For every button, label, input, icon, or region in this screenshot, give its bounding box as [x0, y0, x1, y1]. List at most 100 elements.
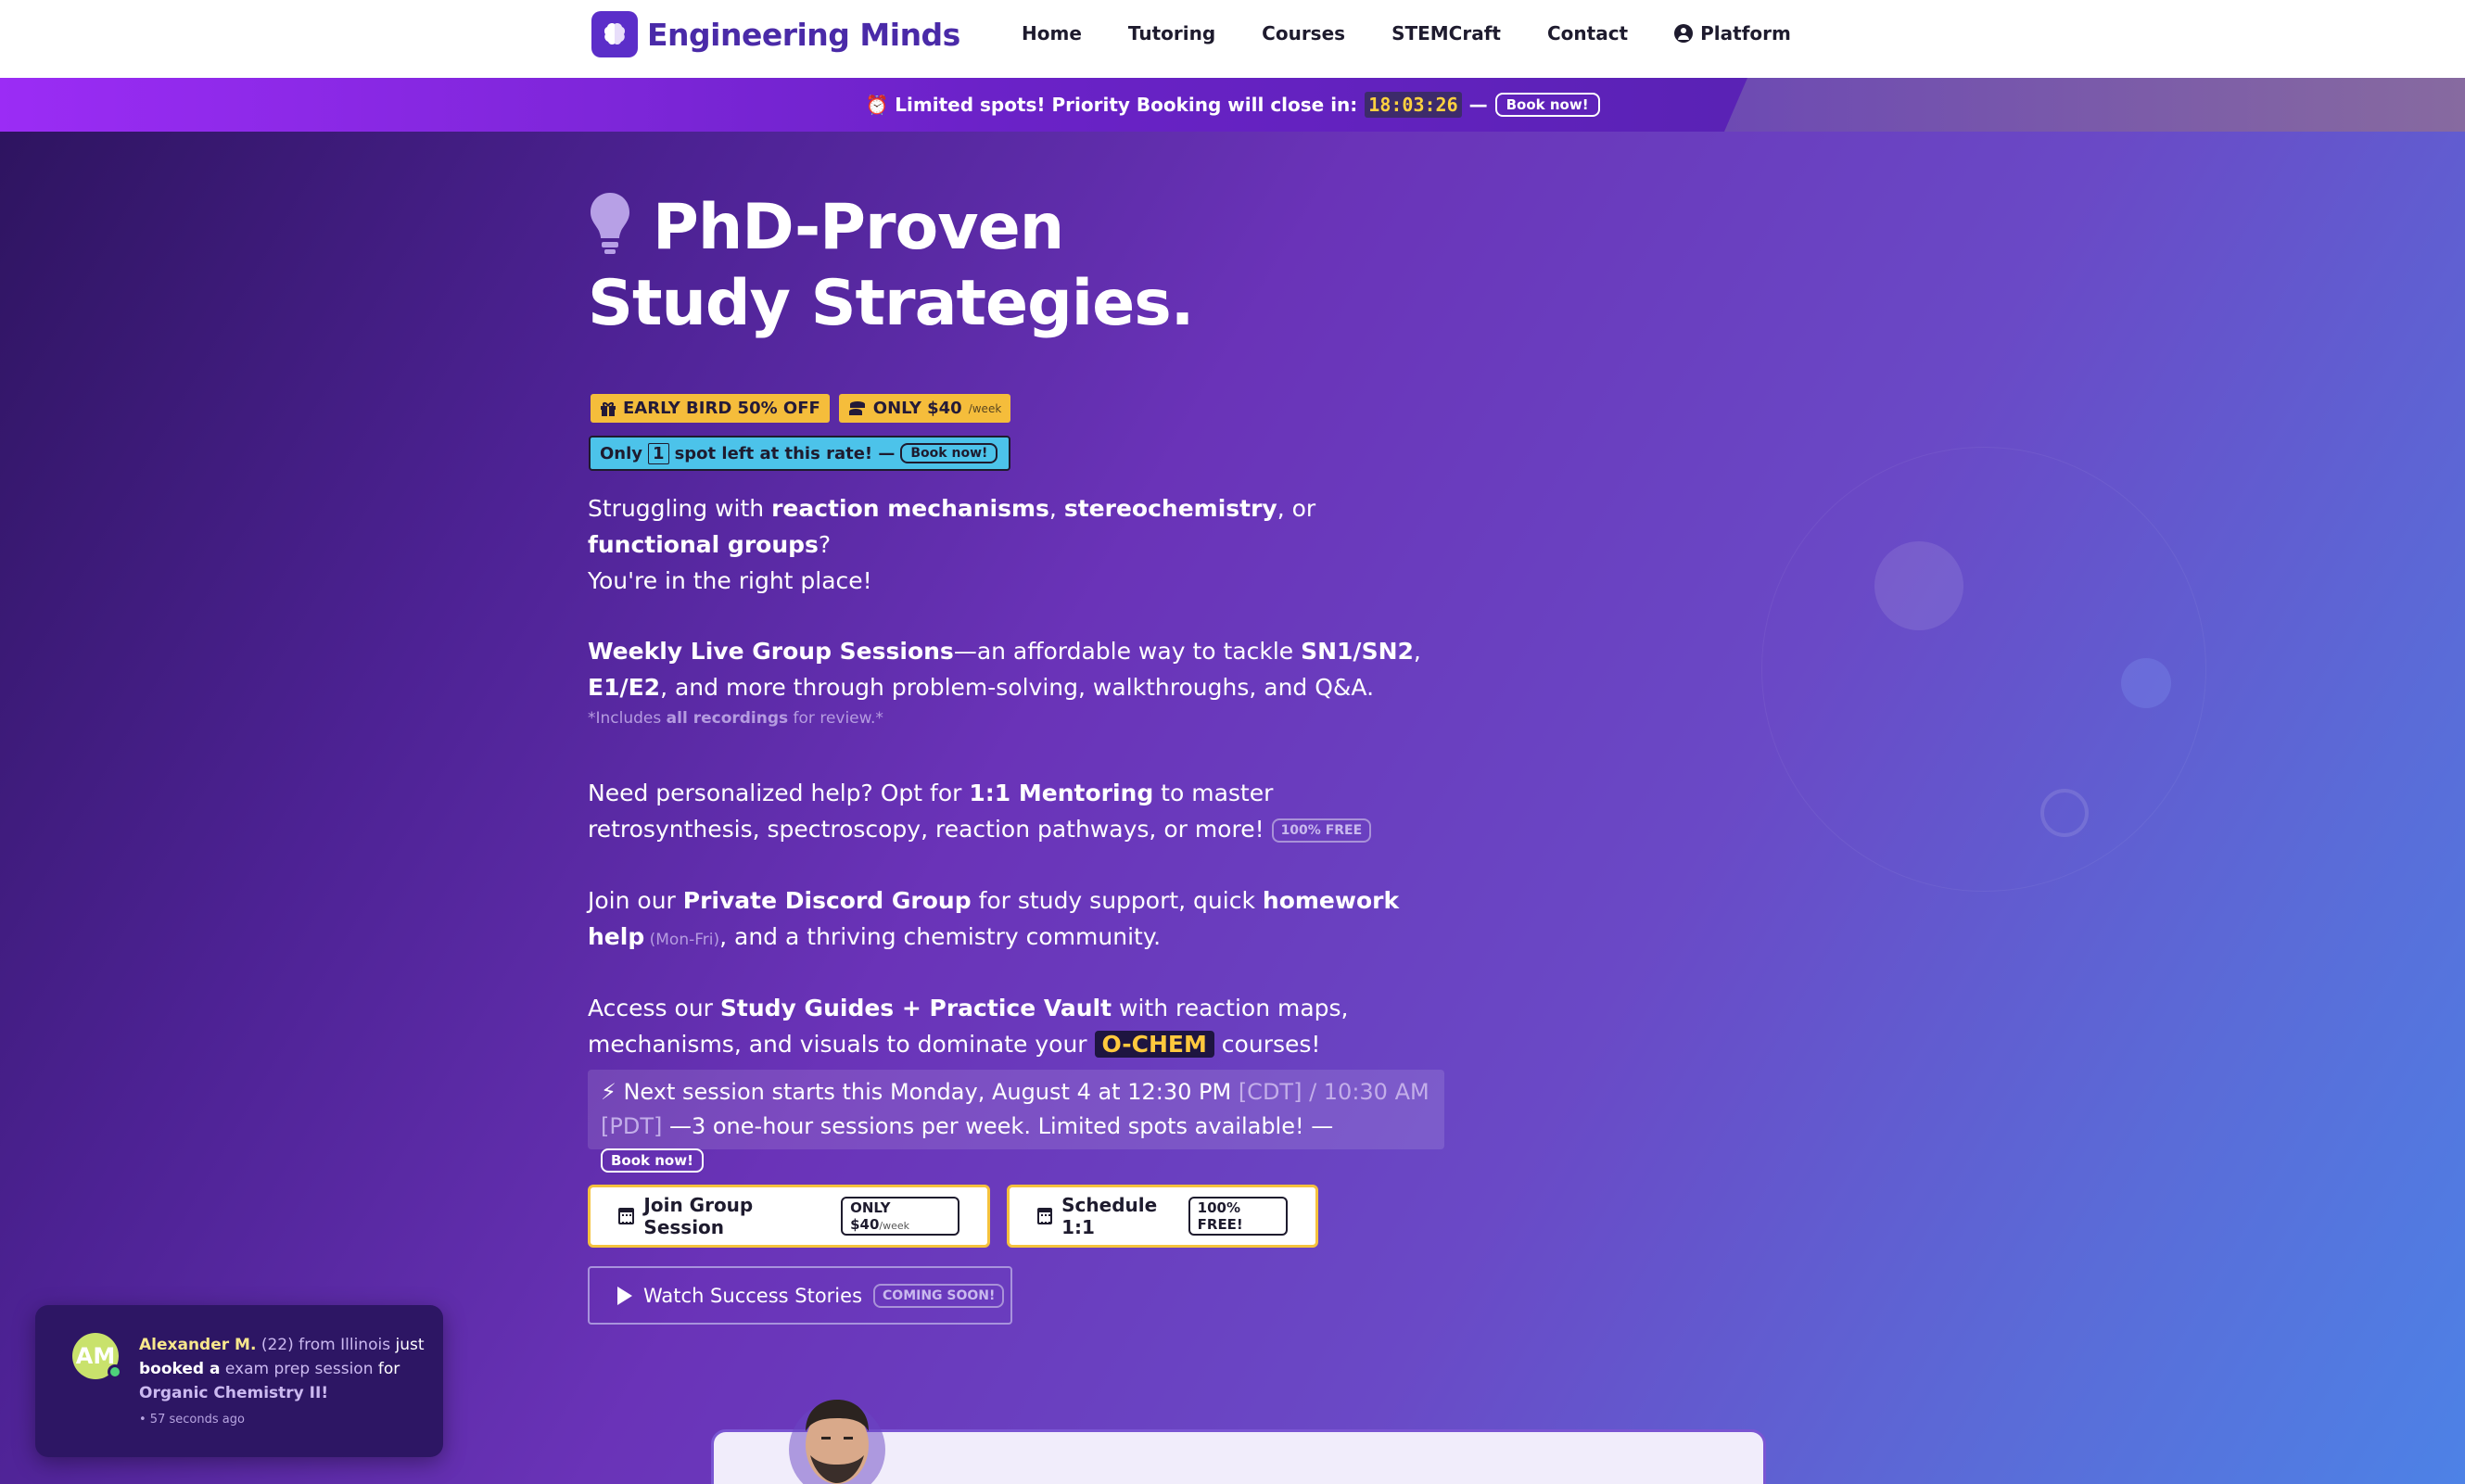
text-bold: booked a	[139, 1360, 221, 1378]
logo[interactable]: Engineering Minds	[591, 11, 960, 57]
brain-icon	[591, 11, 638, 57]
session-date: ⚡ Next session starts this Monday, Augus…	[601, 1079, 1232, 1105]
text: , and a thriving chemistry community.	[719, 923, 1162, 950]
promo-book-button[interactable]: Book now!	[1494, 93, 1600, 117]
vault-paragraph: Access our Study Guides + Practice Vault…	[588, 990, 1450, 1062]
course-name: Organic Chemistry II!	[139, 1384, 329, 1402]
spots-count: 1	[648, 442, 669, 464]
text: just	[395, 1336, 425, 1354]
promo-dash: —	[1468, 94, 1488, 116]
online-indicator	[108, 1364, 122, 1379]
nav-stemcraft[interactable]: STEMCraft	[1391, 22, 1501, 44]
coming-soon-tag: COMING SOON!	[873, 1283, 1005, 1308]
text: *Includes	[588, 709, 667, 728]
spots-book-button[interactable]: Book now!	[900, 443, 998, 463]
text: Need personalized help? Opt for	[588, 780, 970, 806]
promo-content: ⏰ Limited spots! Priority Booking will c…	[0, 78, 2465, 132]
text-bold: functional groups	[588, 531, 819, 558]
text: courses!	[1213, 1031, 1321, 1058]
text: ,	[1413, 638, 1421, 665]
calendar-icon	[618, 1208, 635, 1224]
text-bold: E1/E2	[588, 674, 661, 701]
play-icon	[617, 1286, 632, 1305]
offer-badges: EARLY BIRD 50% OFF ONLY $40 /week	[591, 394, 1011, 423]
main-nav: Home Tutoring Courses STEMCraft Contact …	[1022, 0, 1791, 67]
logo-text: Engineering Minds	[647, 16, 960, 53]
intro-paragraph: Struggling with reaction mechanisms, ste…	[588, 490, 1450, 599]
session-book-button[interactable]: Book now!	[601, 1148, 704, 1173]
site-header: Engineering Minds Home Tutoring Courses …	[0, 0, 2465, 78]
group-price-tag: ONLY $40/week	[841, 1197, 959, 1236]
coins-icon	[848, 400, 865, 415]
headline-line1: PhD-Proven	[653, 191, 1064, 264]
next-session-notice: ⚡ Next session starts this Monday, Augus…	[588, 1070, 1444, 1173]
text: for	[377, 1360, 400, 1378]
decor-orb	[2121, 658, 2171, 708]
text: ,	[1048, 495, 1064, 522]
notification-text: Alexander M. (22) from Illinois just boo…	[139, 1333, 426, 1405]
decor-orb	[1874, 541, 1963, 630]
recordings-note: *Includes all recordings for review.*	[588, 704, 1450, 732]
promo-banner: ⏰ Limited spots! Priority Booking will c…	[0, 78, 2465, 132]
text-bold: Private Discord Group	[682, 887, 972, 914]
text: , or	[1277, 495, 1316, 522]
gift-icon	[601, 401, 616, 416]
free-tag: 100% FREE	[1271, 818, 1372, 843]
schedule-label: Schedule 1:1	[1061, 1194, 1158, 1238]
calendar-icon	[1037, 1208, 1053, 1224]
schedule-mentoring-button[interactable]: Schedule 1:1 100% FREE!	[1007, 1185, 1318, 1248]
text: You're in the right place!	[588, 567, 872, 594]
text: Join our	[588, 887, 683, 914]
decor-orb	[2040, 789, 2089, 837]
notification-time: • 57 seconds ago	[139, 1413, 245, 1427]
lightbulb-icon	[591, 193, 629, 254]
text-bold: 1:1 Mentoring	[969, 780, 1154, 806]
price-unit: /week	[968, 401, 1002, 415]
join-group-label: Join Group Session	[643, 1194, 754, 1238]
watch-stories-button[interactable]: Watch Success Stories COMING SOON!	[588, 1266, 1012, 1325]
early-bird-badge: EARLY BIRD 50% OFF	[591, 394, 830, 423]
ochem-tag: O-CHEM	[1094, 1031, 1214, 1058]
group-sessions-paragraph: Weekly Live Group Sessions—an affordable…	[588, 633, 1450, 705]
customer-name: Alexander M.	[139, 1336, 257, 1354]
spots-left-banner: Only 1 spot left at this rate! — Book no…	[589, 436, 1010, 471]
session-details: —3 one-hour sessions per week. Limited s…	[668, 1113, 1334, 1139]
watch-label: Watch Success Stories	[643, 1284, 863, 1307]
price-label: ONLY $40	[872, 399, 962, 418]
customer-place: Illinois	[340, 1336, 391, 1354]
text: for review.*	[788, 709, 883, 728]
nav-contact[interactable]: Contact	[1547, 22, 1628, 44]
text: (Mon-Fri)	[644, 931, 720, 949]
schedule-free-tag: 100% FREE!	[1188, 1197, 1288, 1236]
text-bold: all recordings	[666, 709, 789, 728]
nav-tutoring[interactable]: Tutoring	[1128, 22, 1215, 44]
page-title: PhD-Proven Study Strategies.	[588, 190, 1195, 342]
text-bold: Weekly Live Group Sessions	[588, 638, 954, 665]
text: for study support, quick	[971, 887, 1263, 914]
text-bold: reaction mechanisms	[771, 495, 1049, 522]
text-bold: SN1/SN2	[1301, 638, 1414, 665]
booking-notification[interactable]: AM Alexander M. (22) from Illinois just …	[35, 1305, 443, 1457]
text: , and more through problem-solving, walk…	[660, 674, 1375, 701]
nav-courses[interactable]: Courses	[1262, 22, 1345, 44]
tutor-photo	[789, 1400, 885, 1484]
nav-home[interactable]: Home	[1022, 22, 1082, 44]
price-badge: ONLY $40 /week	[838, 394, 1011, 423]
promo-text: ⏰ Limited spots! Priority Booking will c…	[865, 94, 1358, 116]
nav-platform[interactable]: Platform	[1674, 22, 1791, 44]
text: Struggling with	[588, 495, 772, 522]
text: ?	[818, 531, 832, 558]
user-circle-icon	[1674, 24, 1694, 43]
nav-platform-label: Platform	[1700, 22, 1791, 44]
spots-prefix: Only	[600, 443, 643, 463]
customer-age: (22) from	[260, 1336, 336, 1354]
group-price-unit: /week	[879, 1220, 910, 1232]
text: —an affordable way to tackle	[953, 638, 1302, 665]
text: Access our	[588, 995, 720, 1021]
service-name: exam prep session	[224, 1360, 374, 1378]
headline-line2: Study Strategies.	[588, 267, 1195, 340]
spots-suffix: spot left at this rate! —	[674, 443, 896, 463]
mentoring-paragraph: Need personalized help? Opt for 1:1 Ment…	[588, 775, 1450, 847]
join-group-button[interactable]: Join Group Session ONLY $40/week	[588, 1185, 990, 1248]
text-bold: Study Guides + Practice Vault	[719, 995, 1112, 1021]
